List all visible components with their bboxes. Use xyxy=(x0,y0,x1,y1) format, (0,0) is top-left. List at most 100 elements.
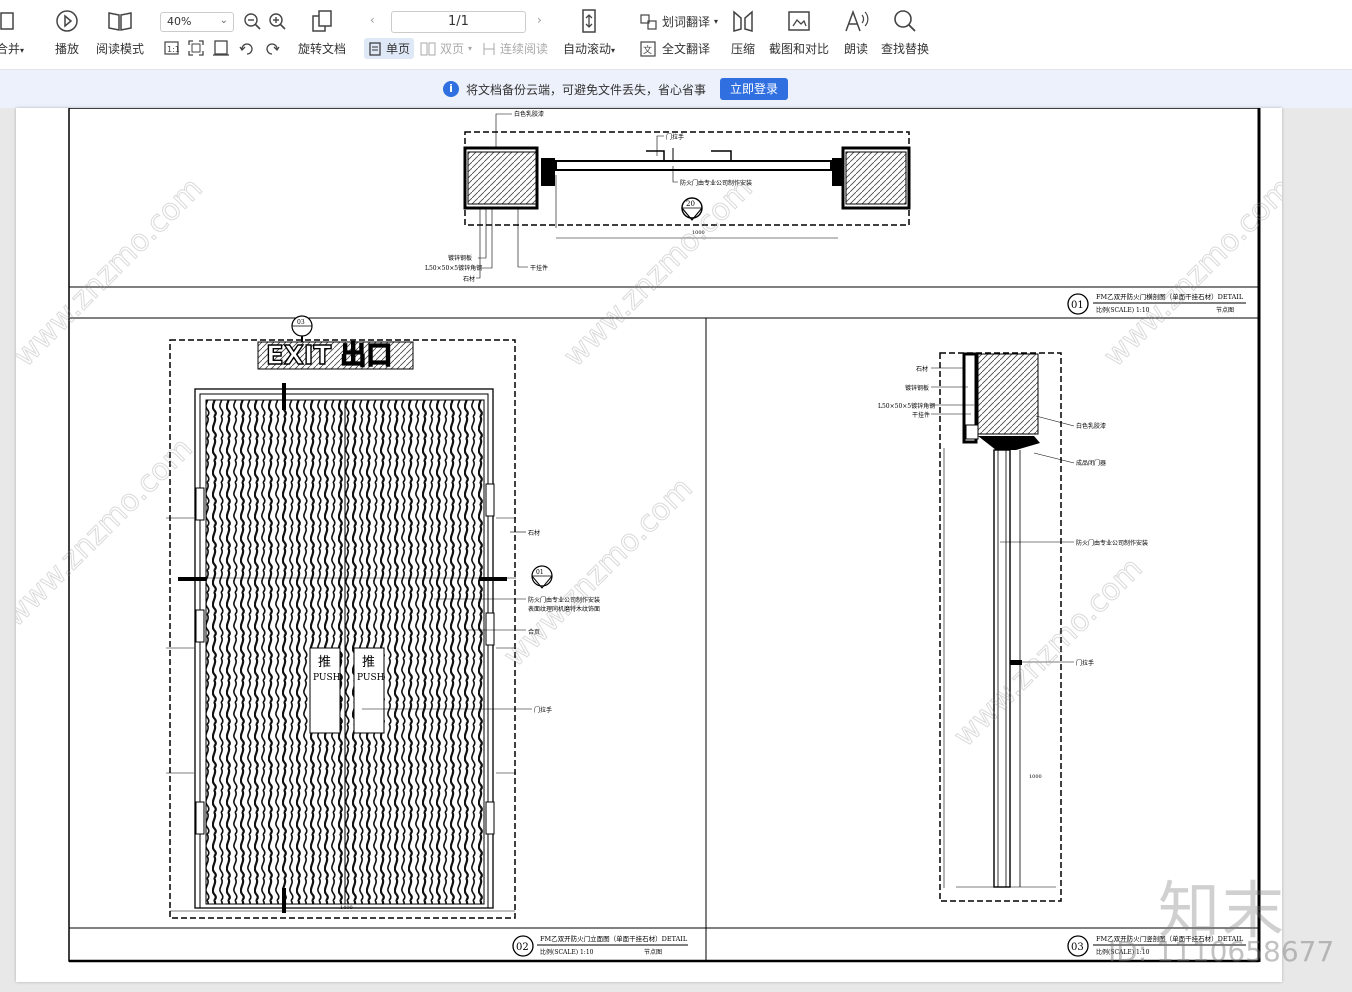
actual-size-button[interactable]: 1:1 xyxy=(164,40,180,56)
label-white-paint-vert: 白色乳胶漆 xyxy=(1076,422,1106,430)
fit-page-icon xyxy=(188,40,204,56)
detail-03-number: 03 xyxy=(1071,942,1084,953)
detail-02-note: 节点图 xyxy=(644,948,662,956)
label-white-paint: 白色乳胶漆 xyxy=(514,110,544,118)
continuous-icon xyxy=(483,42,495,55)
compress-button[interactable]: 压缩 xyxy=(731,8,755,57)
watermark-id: ID: 1110658677 xyxy=(1108,935,1335,968)
label-door-handle: 门拉手 xyxy=(666,133,684,141)
label-stone-vert: 石材 xyxy=(916,365,928,373)
zoom-out-icon xyxy=(244,13,261,30)
play-button[interactable]: 播放 xyxy=(55,8,79,57)
zoom-in-icon xyxy=(269,13,286,30)
push-plate-right-cn: 推 xyxy=(362,655,375,670)
play-icon xyxy=(55,8,79,34)
merge-icon xyxy=(0,8,20,34)
auto-scroll-button[interactable]: 自动滚动▾ xyxy=(563,8,615,57)
side-section-bubble: 01 xyxy=(536,569,544,576)
label-angle-steel: L50×50×5镀锌角钢 xyxy=(425,264,482,272)
watermark-text-6: www.znzmo.com xyxy=(947,551,1150,754)
notice-message: 将文档备份云端，可避免文件丢失，省心省事 xyxy=(466,83,707,97)
horizontal-section-drawing: 1000 20 白色乳胶漆 门拉手 防火门由专业公司制作安装 镀锌钢板 L50×… xyxy=(425,110,1246,315)
detail-02-scale: 比例(SCALE) 1:10 xyxy=(540,948,594,956)
find-replace-button[interactable]: 查找替换 xyxy=(881,8,929,57)
double-page-button[interactable]: 双页 ▾ xyxy=(420,40,472,57)
prev-page-button[interactable]: ‹ xyxy=(370,13,375,27)
label-door-closer: 成品闭门器 xyxy=(1076,459,1106,467)
watermark-text-3: www.znzmo.com xyxy=(1097,171,1282,374)
rotate-document-button[interactable]: 旋转文档 xyxy=(298,8,346,57)
label-stone: 石材 xyxy=(463,275,475,283)
fit-width-icon xyxy=(213,40,229,56)
push-plate-left-en: PUSH xyxy=(313,673,341,683)
document-page: 1000 20 白色乳胶漆 门拉手 防火门由专业公司制作安装 镀锌钢板 L50×… xyxy=(16,108,1282,982)
rotate-right-icon xyxy=(266,43,280,55)
read-aloud-button[interactable]: 朗读 xyxy=(843,8,869,57)
chevron-left-icon: ‹ xyxy=(370,13,375,27)
screenshot-compare-button[interactable]: 截图和对比 xyxy=(769,8,829,57)
rotate-left-button[interactable] xyxy=(239,40,255,56)
watermark-text-1: www.znzmo.com xyxy=(16,171,210,374)
label-handle-vert: 门拉手 xyxy=(1076,659,1094,667)
elevation-drawing: EXIT 出口 03 推 PUSH 推 PUSH 01 石材 防火门由专业公司制… xyxy=(166,315,688,957)
screenshot-icon xyxy=(786,8,812,34)
cloud-backup-notice: i 将文档备份云端，可避免文件丢失，省心省事 立即登录 xyxy=(0,70,1352,108)
label-stone-elev: 石材 xyxy=(528,529,540,537)
label-fire-door-vert: 防火门由专业公司制作安装 xyxy=(1076,539,1148,547)
fit-page-button[interactable] xyxy=(188,40,204,56)
zoom-in-button[interactable] xyxy=(269,13,287,31)
label-steel-plate-vert: 镀锌钢板 xyxy=(905,384,929,392)
top-section-bubble: 20 xyxy=(686,200,695,208)
label-handle-elev: 门拉手 xyxy=(534,706,552,714)
compress-icon xyxy=(731,8,755,34)
next-page-button[interactable]: › xyxy=(537,13,542,27)
detail-01-number: 01 xyxy=(1071,300,1084,311)
left-dimension: 1400 xyxy=(340,905,353,911)
svg-text:1:1: 1:1 xyxy=(167,45,180,54)
cad-drawing: 1000 20 白色乳胶漆 门拉手 防火门由专业公司制作安装 镀锌钢板 L50×… xyxy=(16,108,1282,963)
single-page-button[interactable]: 单页 xyxy=(364,38,415,59)
exit-sign: EXIT 出口 xyxy=(266,341,392,371)
exit-bubble: 03 xyxy=(297,319,305,326)
watermark-text-4: www.znzmo.com xyxy=(16,431,200,634)
zoom-select[interactable]: 40% ⌄ xyxy=(160,12,234,32)
svg-text:文: 文 xyxy=(643,44,652,56)
watermark-text-5: www.znzmo.com xyxy=(497,471,700,674)
push-plate-left-cn: 推 xyxy=(318,655,331,670)
word-translate-button[interactable]: 划词翻译 ▾ xyxy=(640,13,718,30)
full-translate-button[interactable]: 文 全文翻译 xyxy=(640,40,710,57)
detail-02-title: FM乙双开防火门立面图（单面干挂石材）DETAIL xyxy=(540,934,688,943)
fit-width-button[interactable] xyxy=(213,40,229,56)
push-plate-right-en: PUSH xyxy=(357,673,385,683)
auto-scroll-icon xyxy=(577,8,601,34)
read-aloud-icon xyxy=(843,8,869,34)
right-dimension: 1000 xyxy=(1029,774,1042,780)
rotate-left-icon xyxy=(239,43,253,55)
search-icon xyxy=(893,8,917,34)
toolbar: 合并▾ 播放 阅读模式 40% ⌄ 1:1 旋转文档 ‹ 1/1 › 单页 双页… xyxy=(0,0,1352,70)
detail-02-number: 02 xyxy=(516,942,529,953)
chevron-down-icon: ⌄ xyxy=(219,15,228,26)
book-icon xyxy=(107,8,133,34)
actual-size-icon: 1:1 xyxy=(164,41,180,55)
detail-01-note: 节点图 xyxy=(1216,306,1234,314)
double-page-icon xyxy=(420,42,436,55)
continuous-read-button[interactable]: 连续阅读 xyxy=(482,40,548,57)
merge-button[interactable]: 合并▾ xyxy=(0,8,24,57)
read-mode-button[interactable]: 阅读模式 xyxy=(96,8,144,57)
label-angle-steel-vert: L50×50×5镀锌角钢 xyxy=(878,402,935,410)
chevron-right-icon: › xyxy=(537,13,542,27)
info-icon: i xyxy=(443,81,459,97)
translate-icon xyxy=(640,13,657,30)
label-hanger: 干挂件 xyxy=(530,264,548,272)
watermark-text-2: www.znzmo.com xyxy=(557,171,760,374)
single-page-icon xyxy=(369,41,381,56)
full-translate-icon: 文 xyxy=(640,40,656,57)
rotate-document-icon xyxy=(309,8,335,34)
label-hanger-vert: 干挂件 xyxy=(912,411,930,419)
login-button[interactable]: 立即登录 xyxy=(720,78,788,100)
page-number-input[interactable]: 1/1 xyxy=(391,11,526,33)
zoom-out-button[interactable] xyxy=(244,13,262,31)
label-steel-plate: 镀锌钢板 xyxy=(448,254,472,262)
rotate-right-button[interactable] xyxy=(264,40,280,56)
